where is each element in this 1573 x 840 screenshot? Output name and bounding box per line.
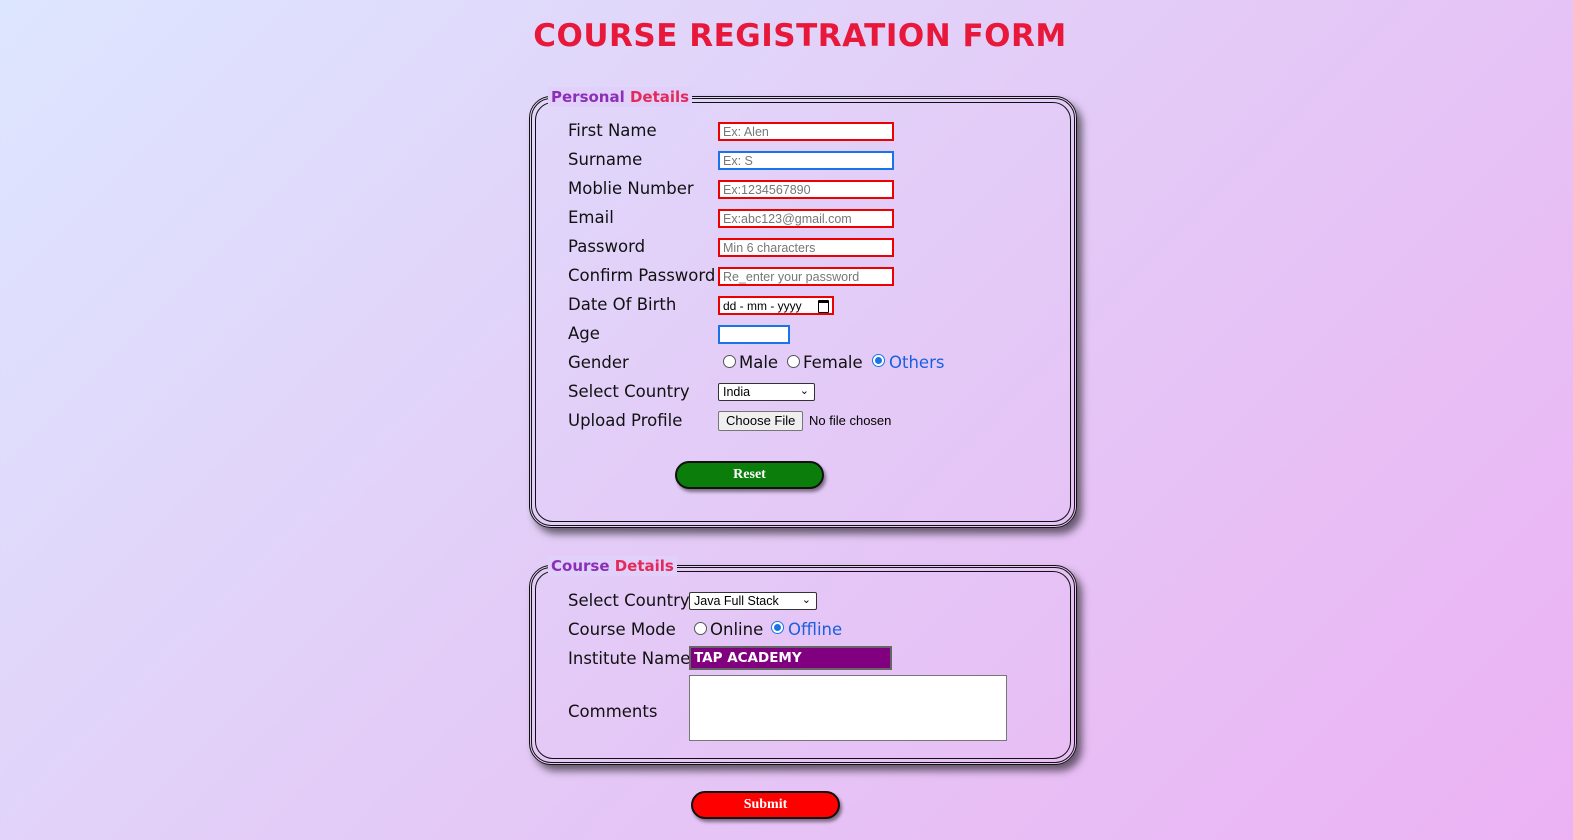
legend-word-1: Personal [551, 88, 625, 106]
personal-details-legend: Personal Details [548, 87, 693, 107]
file-status: No file chosen [809, 413, 892, 428]
calendar-icon[interactable] [818, 300, 829, 313]
confirm-password-input[interactable]: Re_enter your password [718, 267, 894, 286]
institute-name-input[interactable]: TAP ACADEMY [689, 646, 892, 670]
course-select-label: Select Country [568, 591, 690, 610]
legend-word-2: Details [629, 88, 690, 106]
age-input[interactable] [718, 325, 790, 344]
page-title: COURSE REGISTRATION FORM [533, 18, 1067, 54]
mode-offline-radio[interactable] [771, 621, 784, 634]
mode-online-radio[interactable] [694, 622, 707, 635]
gender-male-radio[interactable] [723, 355, 736, 368]
chevron-down-icon: ⌄ [799, 385, 809, 397]
gender-others-radio[interactable] [872, 354, 885, 367]
age-label: Age [568, 324, 600, 343]
mobile-label: Moblie Number [568, 179, 694, 198]
upload-profile-label: Upload Profile [568, 411, 683, 430]
first-name-label: First Name [568, 121, 657, 140]
country-select-value: India [723, 385, 751, 399]
first-name-input[interactable]: Ex: Alen [718, 122, 894, 141]
gender-label: Gender [568, 353, 629, 372]
comments-textarea[interactable] [689, 675, 1007, 741]
select-country-label: Select Country [568, 382, 690, 401]
surname-input[interactable]: Ex: S [718, 151, 894, 170]
mode-offline-label[interactable]: Offline [788, 620, 842, 640]
gender-female-label[interactable]: Female [803, 353, 863, 373]
gender-male-label[interactable]: Male [739, 353, 778, 373]
course-details-legend: Course Details [548, 556, 677, 576]
dob-input[interactable]: dd - mm - yyyy [718, 296, 834, 315]
email-input[interactable]: Ex:abc123@gmail.com [718, 209, 894, 228]
password-label: Password [568, 237, 646, 256]
chevron-down-icon: ⌄ [801, 594, 811, 606]
submit-button[interactable]: Submit [691, 791, 840, 819]
confirm-password-label: Confirm Password [568, 266, 716, 285]
gender-others-label[interactable]: Others [889, 353, 944, 373]
choose-file-button[interactable]: Choose File [718, 411, 804, 431]
surname-label: Surname [568, 150, 643, 169]
course-select-value: Java Full Stack [694, 594, 779, 608]
course-select[interactable]: Java Full Stack ⌄ [689, 592, 817, 610]
legend-word-2: Details [614, 557, 674, 575]
legend-word-1: Course [551, 557, 610, 575]
password-input[interactable]: Min 6 characters [718, 238, 894, 257]
email-label: Email [568, 208, 614, 227]
dob-placeholder: dd - mm - yyyy [723, 299, 802, 313]
mobile-input[interactable]: Ex:1234567890 [718, 180, 894, 199]
reset-button[interactable]: Reset [675, 461, 824, 489]
dob-label: Date Of Birth [568, 295, 677, 314]
course-mode-label: Course Mode [568, 620, 676, 639]
comments-label: Comments [568, 702, 658, 721]
country-select[interactable]: India ⌄ [718, 383, 815, 401]
mode-online-label[interactable]: Online [710, 620, 763, 640]
gender-female-radio[interactable] [787, 355, 800, 368]
institute-name-label: Institute Name [568, 649, 691, 668]
